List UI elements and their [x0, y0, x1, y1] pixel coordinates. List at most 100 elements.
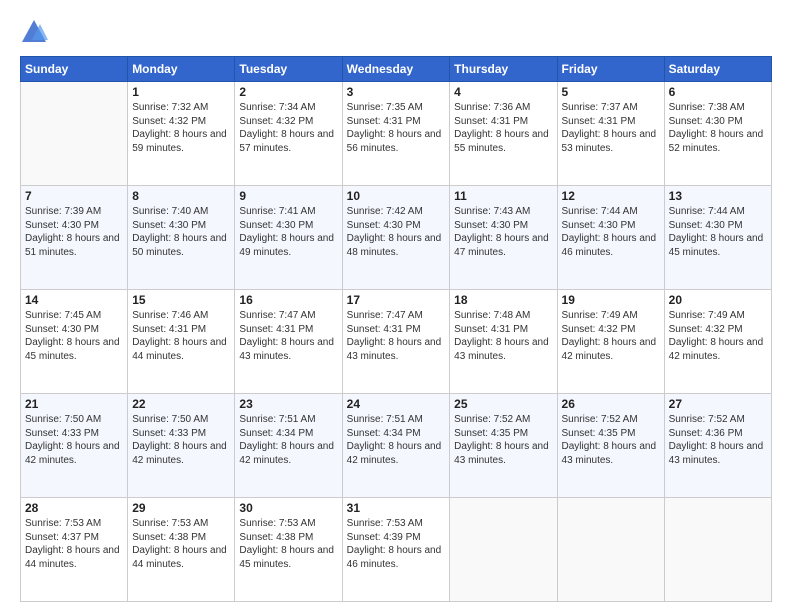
day-number: 1: [132, 85, 230, 99]
weekday-header-thursday: Thursday: [450, 57, 557, 82]
calendar-cell: 10 Sunrise: 7:42 AMSunset: 4:30 PMDayligh…: [342, 186, 450, 290]
day-info: Sunrise: 7:34 AMSunset: 4:32 PMDaylight:…: [239, 101, 337, 155]
day-number: 22: [132, 397, 230, 411]
day-info: Sunrise: 7:45 AMSunset: 4:30 PMDaylight:…: [25, 309, 123, 363]
day-number: 12: [562, 189, 660, 203]
weekday-header-saturday: Saturday: [664, 57, 771, 82]
calendar-week-row: 28 Sunrise: 7:53 AMSunset: 4:37 PMDayligh…: [21, 498, 772, 602]
day-number: 10: [347, 189, 446, 203]
calendar-cell: 28 Sunrise: 7:53 AMSunset: 4:37 PMDayligh…: [21, 498, 128, 602]
day-number: 11: [454, 189, 552, 203]
header: [20, 18, 772, 46]
calendar-cell: 2 Sunrise: 7:34 AMSunset: 4:32 PMDaylight…: [235, 82, 342, 186]
day-info: Sunrise: 7:52 AMSunset: 4:35 PMDaylight:…: [562, 413, 660, 467]
day-info: Sunrise: 7:44 AMSunset: 4:30 PMDaylight:…: [669, 205, 767, 259]
calendar-cell: 31Sunrise: 7:53 AMSunset: 4:39 PMDayligh…: [342, 498, 450, 602]
day-info: Sunrise: 7:53 AMSunset: 4:38 PMDaylight:…: [132, 517, 230, 571]
day-info: Sunrise: 7:50 AMSunset: 4:33 PMDaylight:…: [132, 413, 230, 467]
calendar-cell: [450, 498, 557, 602]
calendar-cell: 15 Sunrise: 7:46 AMSunset: 4:31 PMDayligh…: [128, 290, 235, 394]
day-number: 16: [239, 293, 337, 307]
logo: [20, 18, 52, 46]
day-info: Sunrise: 7:51 AMSunset: 4:34 PMDaylight:…: [347, 413, 446, 467]
calendar-cell: 13 Sunrise: 7:44 AMSunset: 4:30 PMDayligh…: [664, 186, 771, 290]
day-info: Sunrise: 7:42 AMSunset: 4:30 PMDaylight:…: [347, 205, 446, 259]
calendar-cell: [557, 498, 664, 602]
calendar-cell: 22 Sunrise: 7:50 AMSunset: 4:33 PMDayligh…: [128, 394, 235, 498]
calendar-cell: [21, 82, 128, 186]
day-info: Sunrise: 7:47 AMSunset: 4:31 PMDaylight:…: [347, 309, 446, 363]
calendar-cell: 16 Sunrise: 7:47 AMSunset: 4:31 PMDayligh…: [235, 290, 342, 394]
day-number: 6: [669, 85, 767, 99]
calendar-cell: 19 Sunrise: 7:49 AMSunset: 4:32 PMDayligh…: [557, 290, 664, 394]
calendar-cell: 25Sunrise: 7:52 AMSunset: 4:35 PMDayligh…: [450, 394, 557, 498]
calendar-cell: 11 Sunrise: 7:43 AMSunset: 4:30 PMDayligh…: [450, 186, 557, 290]
day-number: 7: [25, 189, 123, 203]
calendar-cell: 9 Sunrise: 7:41 AMSunset: 4:30 PMDaylight…: [235, 186, 342, 290]
calendar-cell: 7 Sunrise: 7:39 AMSunset: 4:30 PMDaylight…: [21, 186, 128, 290]
calendar-week-row: 1 Sunrise: 7:32 AMSunset: 4:32 PMDaylight…: [21, 82, 772, 186]
weekday-header-friday: Friday: [557, 57, 664, 82]
day-number: 20: [669, 293, 767, 307]
day-number: 19: [562, 293, 660, 307]
day-number: 29: [132, 501, 230, 515]
day-info: Sunrise: 7:41 AMSunset: 4:30 PMDaylight:…: [239, 205, 337, 259]
day-number: 30: [239, 501, 337, 515]
day-info: Sunrise: 7:52 AMSunset: 4:36 PMDaylight:…: [669, 413, 767, 467]
day-info: Sunrise: 7:50 AMSunset: 4:33 PMDaylight:…: [25, 413, 123, 467]
day-number: 5: [562, 85, 660, 99]
day-info: Sunrise: 7:49 AMSunset: 4:32 PMDaylight:…: [669, 309, 767, 363]
calendar-cell: 30 Sunrise: 7:53 AMSunset: 4:38 PMDayligh…: [235, 498, 342, 602]
day-info: Sunrise: 7:53 AMSunset: 4:38 PMDaylight:…: [239, 517, 337, 571]
day-info: Sunrise: 7:32 AMSunset: 4:32 PMDaylight:…: [132, 101, 230, 155]
calendar-cell: 12 Sunrise: 7:44 AMSunset: 4:30 PMDayligh…: [557, 186, 664, 290]
day-number: 24: [347, 397, 446, 411]
day-info: Sunrise: 7:39 AMSunset: 4:30 PMDaylight:…: [25, 205, 123, 259]
day-number: 13: [669, 189, 767, 203]
day-info: Sunrise: 7:47 AMSunset: 4:31 PMDaylight:…: [239, 309, 337, 363]
day-info: Sunrise: 7:35 AMSunset: 4:31 PMDaylight:…: [347, 101, 446, 155]
day-number: 28: [25, 501, 123, 515]
calendar-cell: 3 Sunrise: 7:35 AMSunset: 4:31 PMDaylight…: [342, 82, 450, 186]
calendar-cell: 17Sunrise: 7:47 AMSunset: 4:31 PMDayligh…: [342, 290, 450, 394]
day-info: Sunrise: 7:46 AMSunset: 4:31 PMDaylight:…: [132, 309, 230, 363]
day-info: Sunrise: 7:53 AMSunset: 4:37 PMDaylight:…: [25, 517, 123, 571]
calendar-cell: 23 Sunrise: 7:51 AMSunset: 4:34 PMDayligh…: [235, 394, 342, 498]
calendar-cell: 8 Sunrise: 7:40 AMSunset: 4:30 PMDaylight…: [128, 186, 235, 290]
day-number: 23: [239, 397, 337, 411]
day-number: 9: [239, 189, 337, 203]
calendar-cell: 21Sunrise: 7:50 AMSunset: 4:33 PMDayligh…: [21, 394, 128, 498]
day-number: 3: [347, 85, 446, 99]
calendar-week-row: 7 Sunrise: 7:39 AMSunset: 4:30 PMDaylight…: [21, 186, 772, 290]
day-number: 18: [454, 293, 552, 307]
logo-icon: [20, 18, 48, 46]
day-number: 8: [132, 189, 230, 203]
calendar-table: SundayMondayTuesdayWednesdayThursdayFrid…: [20, 56, 772, 602]
calendar-week-row: 21Sunrise: 7:50 AMSunset: 4:33 PMDayligh…: [21, 394, 772, 498]
calendar-cell: 29 Sunrise: 7:53 AMSunset: 4:38 PMDayligh…: [128, 498, 235, 602]
day-number: 14: [25, 293, 123, 307]
day-info: Sunrise: 7:36 AMSunset: 4:31 PMDaylight:…: [454, 101, 552, 155]
weekday-header-tuesday: Tuesday: [235, 57, 342, 82]
calendar-cell: 20 Sunrise: 7:49 AMSunset: 4:32 PMDayligh…: [664, 290, 771, 394]
day-info: Sunrise: 7:52 AMSunset: 4:35 PMDaylight:…: [454, 413, 552, 467]
day-number: 27: [669, 397, 767, 411]
weekday-header-row: SundayMondayTuesdayWednesdayThursdayFrid…: [21, 57, 772, 82]
day-info: Sunrise: 7:44 AMSunset: 4:30 PMDaylight:…: [562, 205, 660, 259]
day-number: 4: [454, 85, 552, 99]
calendar-cell: 1 Sunrise: 7:32 AMSunset: 4:32 PMDaylight…: [128, 82, 235, 186]
calendar-cell: 5Sunrise: 7:37 AMSunset: 4:31 PMDaylight…: [557, 82, 664, 186]
calendar-cell: 24 Sunrise: 7:51 AMSunset: 4:34 PMDayligh…: [342, 394, 450, 498]
calendar-cell: 27 Sunrise: 7:52 AMSunset: 4:36 PMDayligh…: [664, 394, 771, 498]
day-number: 15: [132, 293, 230, 307]
day-number: 26: [562, 397, 660, 411]
day-number: 2: [239, 85, 337, 99]
day-info: Sunrise: 7:49 AMSunset: 4:32 PMDaylight:…: [562, 309, 660, 363]
day-info: Sunrise: 7:40 AMSunset: 4:30 PMDaylight:…: [132, 205, 230, 259]
calendar-cell: 18Sunrise: 7:48 AMSunset: 4:31 PMDayligh…: [450, 290, 557, 394]
day-info: Sunrise: 7:43 AMSunset: 4:30 PMDaylight:…: [454, 205, 552, 259]
day-info: Sunrise: 7:51 AMSunset: 4:34 PMDaylight:…: [239, 413, 337, 467]
calendar-week-row: 14 Sunrise: 7:45 AMSunset: 4:30 PMDayligh…: [21, 290, 772, 394]
weekday-header-wednesday: Wednesday: [342, 57, 450, 82]
page: SundayMondayTuesdayWednesdayThursdayFrid…: [0, 0, 792, 612]
